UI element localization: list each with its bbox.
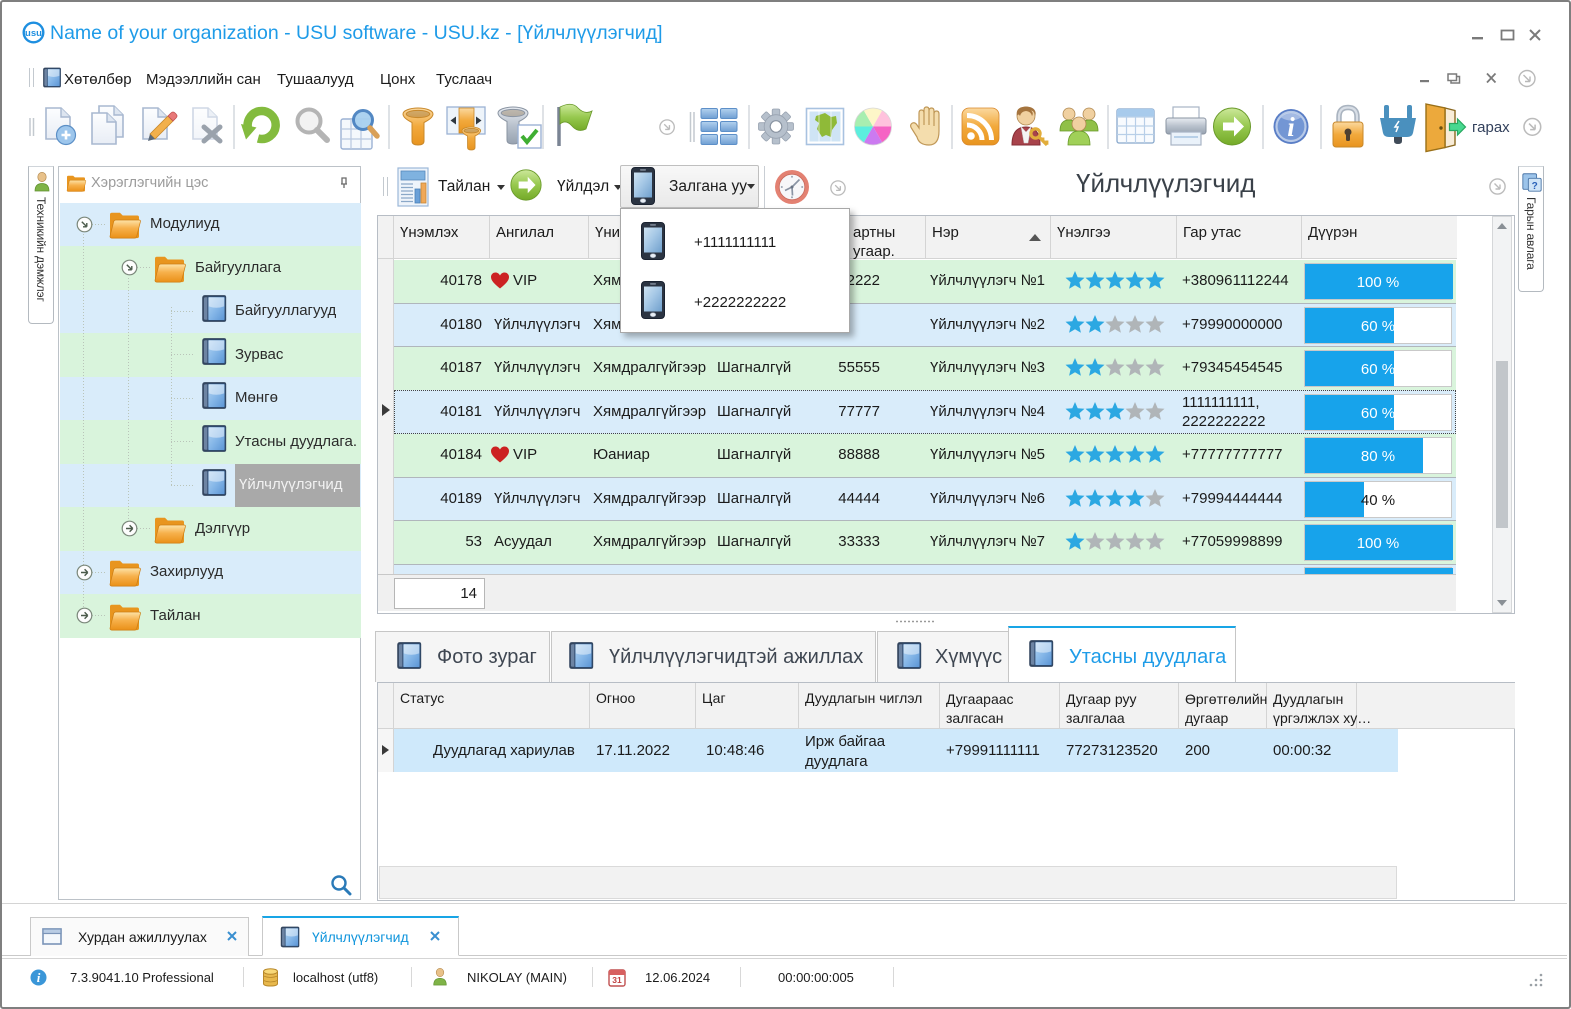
svg-text:i: i: [37, 970, 41, 985]
svg-text:31: 31: [612, 975, 622, 985]
svg-text:i: i: [1287, 112, 1295, 142]
svg-text:usu: usu: [25, 28, 42, 39]
